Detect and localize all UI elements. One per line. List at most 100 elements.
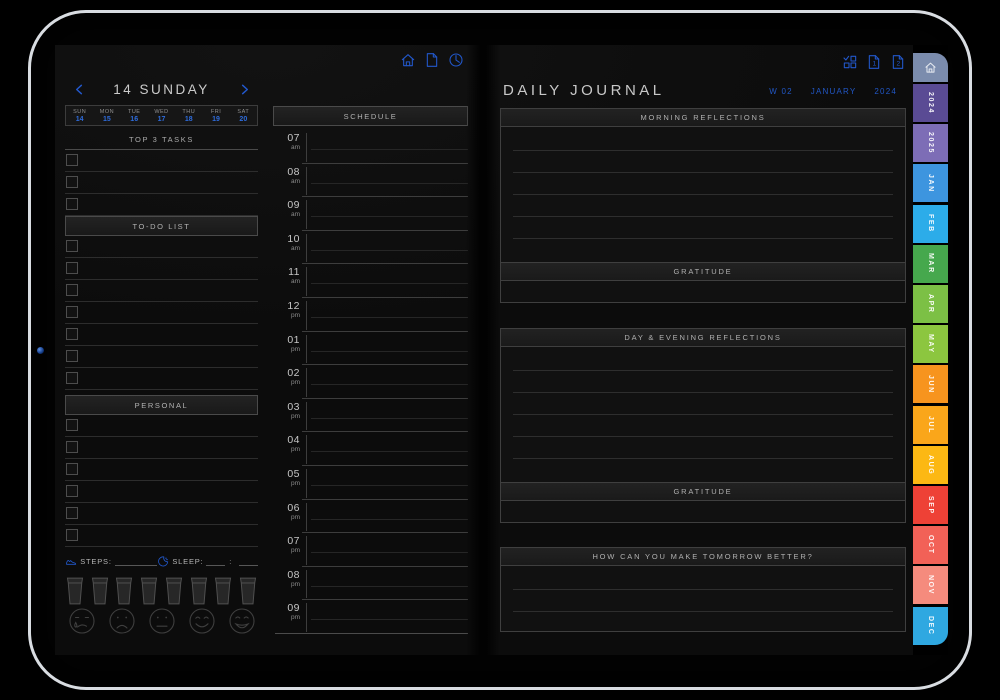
checkbox[interactable] [66,240,78,252]
checkbox[interactable] [66,306,78,318]
week-day-tue[interactable]: TUE 16 [121,106,148,125]
tab-jul[interactable]: JUL [913,405,948,444]
water-cup[interactable] [139,577,159,605]
checkbox[interactable] [66,284,78,296]
mood-neutral[interactable] [149,608,175,635]
schedule-slot[interactable]: 04 pm [273,432,468,466]
schedule-slot[interactable]: 09 pm [273,600,468,634]
sleep-hours-input[interactable] [206,556,226,566]
home-icon [924,61,937,74]
schedule-slot[interactable]: 06 pm [273,500,468,534]
week-day-sun[interactable]: SUN 14 [66,106,93,125]
tab-2024[interactable]: 2024 [913,84,948,122]
task-row[interactable] [65,459,258,481]
week-day-sat[interactable]: SAT 20 [230,106,257,125]
schedule-slot[interactable]: 08 pm [273,567,468,601]
mood-laughing[interactable] [229,608,255,635]
checkbox[interactable] [66,154,78,166]
water-cup[interactable] [114,577,134,605]
week-day-wed[interactable]: WED 17 [148,106,175,125]
journal-section-tomorrow[interactable]: HOW CAN YOU MAKE TOMORROW BETTER? [500,547,906,632]
checkbox[interactable] [66,176,78,188]
task-row[interactable] [65,481,258,503]
tab-may[interactable]: MAY [913,325,948,364]
task-row[interactable] [65,525,258,547]
grid-check-icon[interactable] [842,54,858,70]
task-row[interactable] [65,302,258,324]
checkbox[interactable] [66,485,78,497]
schedule-slot[interactable]: 11 am [273,264,468,298]
recent-icon[interactable] [448,52,464,68]
week-day-fri[interactable]: FRI 19 [202,106,229,125]
task-row[interactable] [65,172,258,194]
schedule-slot[interactable]: 03 pm [273,399,468,433]
tab-home[interactable] [913,53,948,82]
steps-input[interactable] [114,556,158,566]
checkbox[interactable] [66,372,78,384]
checkbox[interactable] [66,350,78,362]
tab-nov[interactable]: NOV [913,566,948,605]
water-cup[interactable] [65,577,85,605]
journal-section-evening[interactable]: DAY & EVENING REFLECTIONS GRATITUDE [500,328,906,523]
year-link[interactable]: 2024 [874,87,897,96]
tab-oct[interactable]: OCT [913,526,948,565]
schedule-slot[interactable]: 08 am [273,164,468,198]
checkbox[interactable] [66,262,78,274]
task-row[interactable] [65,150,258,172]
water-cup[interactable] [189,577,209,605]
tab-2025[interactable]: 2025 [913,124,948,163]
journal-section-morning[interactable]: MORNING REFLECTIONS GRATITUDE [500,108,906,303]
week-day-mon[interactable]: MON 15 [93,106,120,125]
checkbox[interactable] [66,463,78,475]
task-row[interactable] [65,194,258,216]
tab-feb[interactable]: FEB [913,204,948,243]
checkbox[interactable] [66,328,78,340]
week-link[interactable]: W 02 [769,87,792,96]
page-1-icon[interactable]: 1 [866,54,882,70]
water-cup[interactable] [164,577,184,605]
task-row[interactable] [65,324,258,346]
task-row[interactable] [65,368,258,390]
schedule-slot[interactable]: 02 pm [273,365,468,399]
tab-mar[interactable]: MAR [913,244,948,283]
task-row[interactable] [65,437,258,459]
journal-title: DAILY JOURNAL [503,82,665,99]
water-cup[interactable] [238,577,258,605]
schedule-slot[interactable]: 01 pm [273,332,468,366]
tab-dec[interactable]: DEC [913,606,948,645]
checkbox[interactable] [66,529,78,541]
task-row[interactable] [65,236,258,258]
task-row[interactable] [65,415,258,437]
home-icon[interactable] [400,52,416,68]
mood-sad[interactable] [109,608,135,635]
schedule-slot[interactable]: 12 pm [273,298,468,332]
schedule-slot[interactable]: 05 pm [273,466,468,500]
mood-happy[interactable] [189,608,215,635]
checkbox[interactable] [66,507,78,519]
tab-apr[interactable]: APR [913,285,948,323]
task-row[interactable] [65,258,258,280]
checkbox[interactable] [66,198,78,210]
tab-aug[interactable]: AUG [913,445,948,484]
page-2-icon[interactable]: 2 [890,54,906,70]
week-day-thu[interactable]: THU 18 [175,106,202,125]
schedule-slot[interactable]: 09 am [273,197,468,231]
new-page-icon[interactable] [424,52,440,68]
water-cup[interactable] [213,577,233,605]
schedule-slot[interactable]: 07 am [273,130,468,164]
schedule-slot[interactable]: 10 am [273,231,468,265]
tab-jan[interactable]: JAN [913,164,948,203]
task-row[interactable] [65,280,258,302]
task-row[interactable] [65,503,258,525]
checkbox[interactable] [66,419,78,431]
schedule-slot[interactable]: 07 pm [273,533,468,567]
chevron-right-icon[interactable] [238,83,251,96]
task-row[interactable] [65,346,258,368]
tab-jun[interactable]: JUN [913,365,948,404]
checkbox[interactable] [66,441,78,453]
water-cup[interactable] [90,577,110,605]
sleep-minutes-input[interactable] [239,556,259,566]
month-link[interactable]: JANUARY [811,87,857,96]
mood-crying[interactable] [69,608,95,635]
tab-sep[interactable]: SEP [913,486,948,524]
